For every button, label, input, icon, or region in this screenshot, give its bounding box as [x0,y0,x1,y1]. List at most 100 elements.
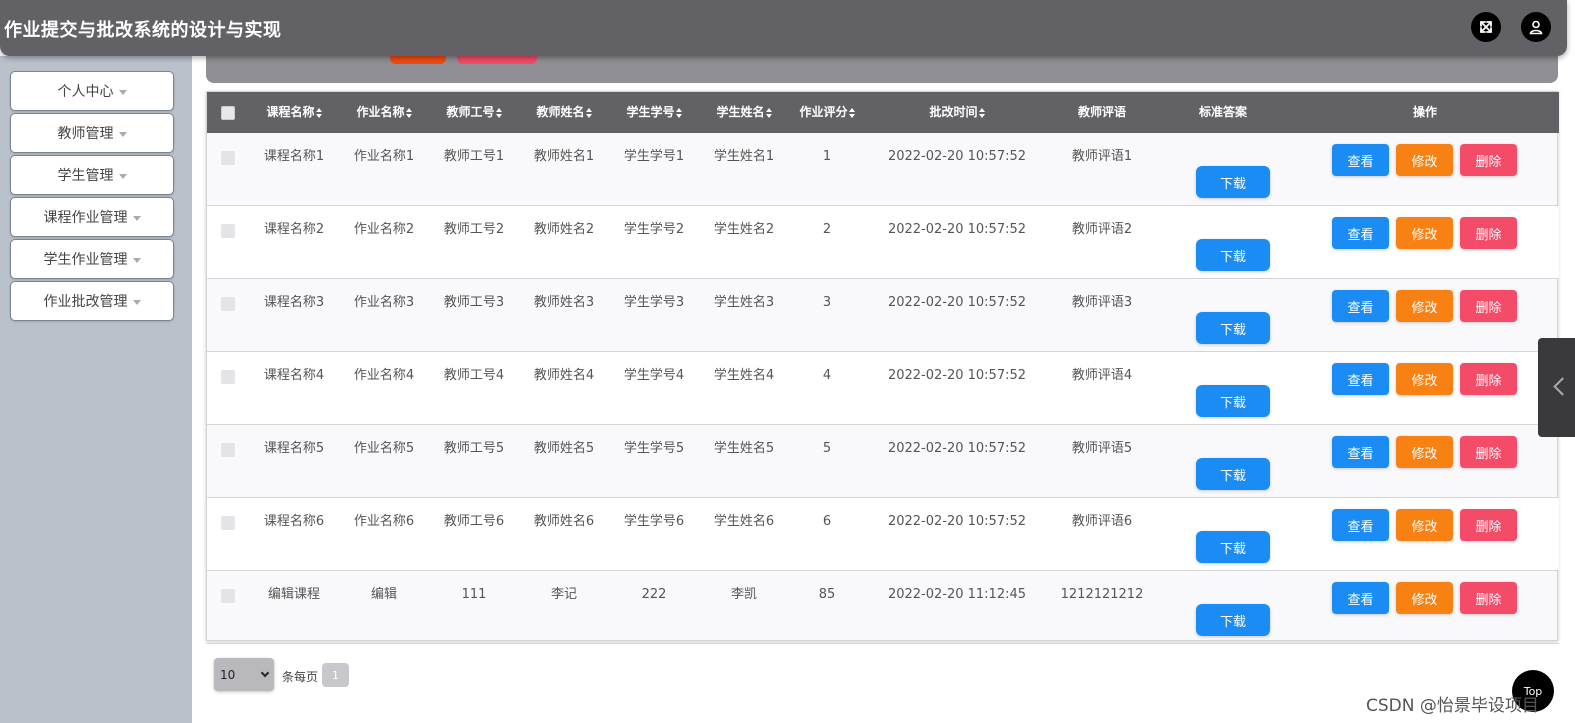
sidebar-item-label: 教师管理 [57,126,114,142]
edit-button[interactable]: 修改 [1396,582,1453,614]
user-icon[interactable] [1521,12,1551,42]
cell-teacher-name: 教师姓名4 [533,368,595,383]
cell-student-id: 222 [641,587,667,602]
sidebar-item-course-homework[interactable]: 课程作业管理 [10,197,174,237]
cell-teacher-id: 教师工号5 [443,441,505,456]
download-button[interactable]: 下载 [1196,239,1270,271]
row-checkbox[interactable] [221,151,235,165]
cell-teacher-id: 教师工号3 [443,295,505,310]
caret-down-icon [132,299,141,305]
table-header: 课程名称 作业名称 教师工号 教师姓名 学生学号 学生姓名 作业评分 批改时间 … [207,92,1559,133]
download-button[interactable]: 下载 [1196,604,1270,636]
cell-score: 85 [818,587,836,602]
edit-button[interactable]: 修改 [1396,290,1453,322]
column-header-grading-time[interactable]: 批改时间 [867,92,1047,133]
sidebar-item-label: 作业批改管理 [43,294,128,310]
cell-score: 6 [822,514,832,529]
table-row: 课程名称2 作业名称2 教师工号2 教师姓名2 学生学号2 学生姓名2 2 20… [207,206,1559,279]
cell-course: 编辑课程 [267,587,320,602]
view-button[interactable]: 查看 [1332,582,1389,614]
delete-button[interactable]: 删除 [1460,144,1517,176]
column-header-student-id[interactable]: 学生学号 [609,92,699,133]
sort-icon [765,107,772,118]
row-checkbox[interactable] [221,370,235,384]
row-checkbox[interactable] [221,297,235,311]
sidebar-item-personal-center[interactable]: 个人中心 [10,71,174,111]
download-button[interactable]: 下载 [1196,312,1270,344]
table-row: 课程名称5 作业名称5 教师工号5 教师姓名5 学生学号5 学生姓名5 5 20… [207,425,1559,498]
cell-comment: 教师评语1 [1071,149,1133,164]
page-size-select[interactable]: 10 [214,658,274,691]
cell-student-id: 学生学号3 [623,295,685,310]
cell-course: 课程名称1 [263,149,325,164]
download-button[interactable]: 下载 [1196,531,1270,563]
cell-teacher-name: 教师姓名2 [533,222,595,237]
table-row: 课程名称3 作业名称3 教师工号3 教师姓名3 学生学号3 学生姓名3 3 20… [207,279,1559,352]
cell-teacher-id: 111 [461,587,487,602]
cell-score: 1 [822,149,832,164]
sidebar-item-label: 课程作业管理 [43,210,128,226]
edit-button[interactable]: 修改 [1396,509,1453,541]
sidebar-item-student-management[interactable]: 学生管理 [10,155,174,195]
cell-student-id: 学生学号6 [623,514,685,529]
download-button[interactable]: 下载 [1196,385,1270,417]
cell-teacher-name: 李记 [550,587,577,602]
download-button[interactable]: 下载 [1196,166,1270,198]
row-checkbox[interactable] [221,443,235,457]
caret-down-icon [132,215,141,221]
cell-teacher-name: 教师姓名1 [533,149,595,164]
column-header-teacher-name[interactable]: 教师姓名 [519,92,609,133]
view-button[interactable]: 查看 [1332,509,1389,541]
cell-grading-time: 2022-02-20 11:12:45 [887,587,1027,602]
table-row: 编辑课程 编辑 111 李记 222 李凯 85 2022-02-20 11:1… [207,571,1559,644]
cell-teacher-id: 教师工号4 [443,368,505,383]
sidebar-item-student-homework[interactable]: 学生作业管理 [10,239,174,279]
delete-button[interactable]: 删除 [1460,217,1517,249]
column-header-student-name[interactable]: 学生姓名 [699,92,789,133]
delete-button[interactable]: 删除 [1460,363,1517,395]
column-header-course[interactable]: 课程名称 [249,92,339,133]
row-checkbox[interactable] [221,589,235,603]
data-table: 课程名称 作业名称 教师工号 教师姓名 学生学号 学生姓名 作业评分 批改时间 … [206,91,1559,644]
view-button[interactable]: 查看 [1332,290,1389,322]
column-header-teacher-id[interactable]: 教师工号 [429,92,519,133]
cell-score: 2 [822,222,832,237]
view-button[interactable]: 查看 [1332,217,1389,249]
view-button[interactable]: 查看 [1332,363,1389,395]
cell-work: 作业名称1 [353,149,415,164]
fullscreen-icon[interactable] [1471,12,1501,42]
table-row: 课程名称4 作业名称4 教师工号4 教师姓名4 学生学号4 学生姓名4 4 20… [207,352,1559,425]
right-collapse-tab[interactable] [1538,338,1575,437]
edit-button[interactable]: 修改 [1396,436,1453,468]
download-button[interactable]: 下载 [1196,458,1270,490]
watermark: CSDN @怡景毕设项目 [1366,696,1539,716]
delete-button[interactable]: 删除 [1460,509,1517,541]
sidebar-item-grading-management[interactable]: 作业批改管理 [10,281,174,321]
cell-course: 课程名称4 [263,368,325,383]
row-checkbox[interactable] [221,516,235,530]
table-row: 课程名称6 作业名称6 教师工号6 教师姓名6 学生学号6 学生姓名6 6 20… [207,498,1559,571]
delete-button[interactable]: 删除 [1460,582,1517,614]
row-checkbox[interactable] [221,224,235,238]
column-header-answer: 标准答案 [1198,105,1247,119]
view-button[interactable]: 查看 [1332,144,1389,176]
delete-button[interactable]: 删除 [1460,436,1517,468]
page-size-value: 10 [220,667,236,682]
column-header-score[interactable]: 作业评分 [789,92,865,133]
column-header-work[interactable]: 作业名称 [339,92,429,133]
sort-icon [495,107,502,118]
cell-work: 编辑 [370,587,397,602]
page-number-button[interactable]: 1 [322,663,349,687]
delete-button[interactable]: 删除 [1460,290,1517,322]
cell-student-name: 学生姓名4 [713,368,775,383]
cell-student-name: 学生姓名2 [713,222,775,237]
sort-icon [675,107,682,118]
view-button[interactable]: 查看 [1332,436,1389,468]
select-all-checkbox[interactable] [221,106,235,120]
edit-button[interactable]: 修改 [1396,217,1453,249]
sidebar-item-teacher-management[interactable]: 教师管理 [10,113,174,153]
column-header-actions: 操作 [1412,105,1437,119]
edit-button[interactable]: 修改 [1396,144,1453,176]
edit-button[interactable]: 修改 [1396,363,1453,395]
cell-score: 5 [822,441,832,456]
